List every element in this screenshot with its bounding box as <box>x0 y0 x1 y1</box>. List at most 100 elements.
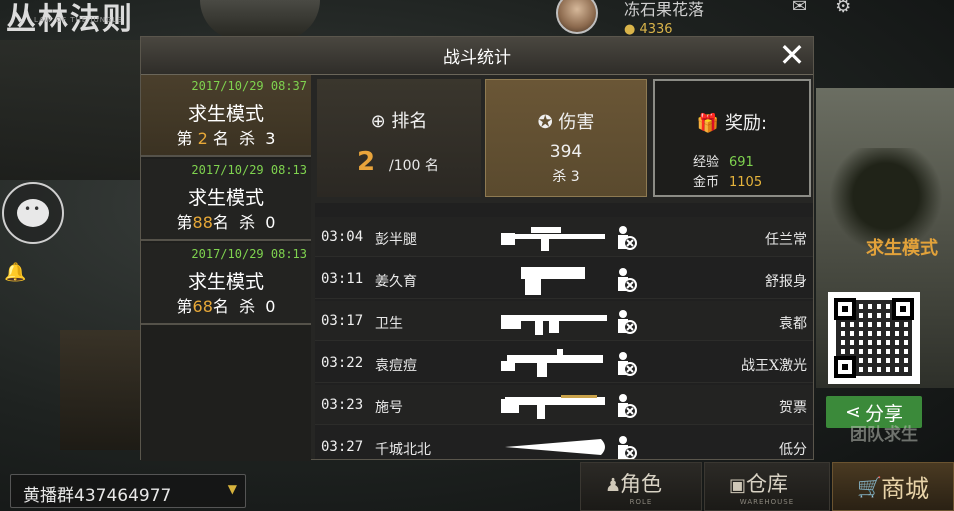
victim-name: 战王X激光 <box>741 358 807 374</box>
sniper-rifle-icon <box>501 221 611 253</box>
match-result: 第68名 杀 0 <box>141 293 311 317</box>
match-result: 第 2 名 杀 3 <box>141 125 311 149</box>
kill-time: 03:04 <box>321 229 364 245</box>
gold-row: 金币 1105 <box>693 171 762 190</box>
match-result: 第88名 杀 0 <box>141 209 311 233</box>
background-shelf <box>0 40 140 180</box>
reward-panel[interactable]: 🎁 奖励: 经验 691 金币 1105 <box>653 79 811 197</box>
kill-feed-row: 03:27 千城北北 低分 <box>315 427 813 459</box>
damage-panel[interactable]: ✪ 伤害 394 杀 3 <box>485 79 647 197</box>
kill-feed-list[interactable]: 03:04 彭半腿 任兰常 03:11 姜久育 舒报身 03:17 卫生 袁都 03:22 袁痘痘 战… <box>315 203 813 459</box>
rank-panel[interactable]: ⊕ 排名 2 /100 名 <box>317 79 481 197</box>
kill-time: 03:23 <box>321 397 364 413</box>
background-character <box>200 0 320 40</box>
battle-stats-modal: 战斗统计 ✕ 2017/10/29 08:37 求生模式 第 2 名 杀 3 2… <box>140 36 814 461</box>
nav-role-sublabel: ROLE <box>629 497 653 506</box>
match-item[interactable]: 2017/10/29 08:13 求生模式 第68名 杀 0 <box>141 243 311 325</box>
kill-label: 杀 <box>239 297 256 316</box>
victim-name: 低分 <box>779 442 807 458</box>
modal-title: 战斗统计 <box>443 48 511 68</box>
reward-header: 🎁 奖励: <box>655 109 809 135</box>
reward-label: 奖励: <box>725 113 768 134</box>
killer-name: 千城北北 <box>375 442 431 458</box>
group-name-dropdown[interactable]: 黄播群437464977 ▼ <box>10 474 246 508</box>
kill-feed-row: 03:22 袁痘痘 战王X激光 <box>315 343 813 383</box>
nav-shop-button[interactable]: 🛒 商城 <box>832 462 954 511</box>
top-icon-group: ✉ ⚙ <box>792 0 879 17</box>
match-time: 2017/10/29 08:13 <box>191 163 307 177</box>
dropdown-arrow-icon: ▼ <box>227 482 237 496</box>
pistol-icon <box>501 263 611 295</box>
rifle-rail-icon <box>501 389 611 421</box>
chat-button[interactable] <box>2 182 64 244</box>
victim-name: 舒报身 <box>765 274 807 290</box>
victim-name: 任兰常 <box>765 232 807 248</box>
eliminated-icon <box>615 351 637 377</box>
eliminated-icon <box>615 267 637 293</box>
killer-name: 施号 <box>375 400 403 416</box>
kill-count: 杀 3 <box>552 169 580 185</box>
exp-label: 经验 <box>693 155 720 170</box>
match-rank: 2 <box>197 129 208 148</box>
victim-name: 袁都 <box>779 316 807 332</box>
kill-label: 杀 <box>239 213 256 232</box>
kill-time: 03:27 <box>321 439 364 455</box>
close-button[interactable]: ✕ <box>777 39 807 71</box>
gift-icon: 🎁 <box>696 113 720 134</box>
match-mode: 求生模式 <box>187 103 264 125</box>
damage-label: 伤害 <box>558 112 595 133</box>
match-rank: 88 <box>192 213 213 232</box>
rank-label: 排名 <box>391 111 428 132</box>
match-kills: 0 <box>265 213 276 232</box>
rank-value: 2 <box>357 147 376 177</box>
rank-suffix: 名 <box>212 129 229 148</box>
match-time: 2017/10/29 08:37 <box>191 79 307 93</box>
kill-time: 03:22 <box>321 355 364 371</box>
nav-shop-label: 商城 <box>881 475 929 503</box>
cart-icon: 🛒 <box>857 475 882 499</box>
damage-header: ✪ 伤害 <box>486 108 646 134</box>
kill-label: 杀 <box>239 129 256 148</box>
gold-label: 金币 <box>693 175 720 190</box>
damage-value: 394 <box>549 142 583 162</box>
kill-feed-row: 03:04 彭半腿 任兰常 <box>315 217 813 257</box>
survival-mode-label: 求生模式 <box>866 238 938 259</box>
victim-name: 贺票 <box>779 400 807 416</box>
rank-suffix: 名 <box>212 297 229 316</box>
match-kills: 3 <box>265 129 276 148</box>
eliminated-icon <box>615 393 637 419</box>
qr-corner-marker <box>834 298 856 320</box>
coin-value: 4336 <box>639 22 673 37</box>
nav-warehouse-button[interactable]: ▣ 仓库 WAREHOUSE <box>704 462 830 511</box>
rank-prefix: 第 <box>176 213 193 232</box>
killer-name: 卫生 <box>375 316 403 332</box>
player-name: 冻石果花落 <box>624 0 705 19</box>
submachine-gun-icon <box>501 347 611 379</box>
mail-icon[interactable]: ✉ <box>792 0 807 17</box>
bat-icon <box>501 431 611 459</box>
rank-suffix: 名 <box>212 213 229 232</box>
match-time: 2017/10/29 08:13 <box>191 247 307 261</box>
modal-header: 战斗统计 ✕ <box>141 37 813 75</box>
match-mode: 求生模式 <box>187 187 264 209</box>
settings-icon[interactable]: ⚙ <box>835 0 851 17</box>
match-item[interactable]: 2017/10/29 08:13 求生模式 第88名 杀 0 <box>141 159 311 241</box>
nav-role-button[interactable]: ♟ 角色 ROLE <box>580 462 702 511</box>
rank-prefix: 第 <box>176 129 193 148</box>
nav-role-label: 角色 <box>620 471 662 496</box>
qr-corner-marker <box>834 356 856 378</box>
nav-warehouse-label: 仓库 <box>746 471 788 496</box>
eliminated-icon <box>615 435 637 459</box>
role-icon: ♟ <box>605 475 622 496</box>
team-survival-label: 团队求生 <box>850 425 918 445</box>
qr-code <box>828 292 920 384</box>
kill-feed-row: 03:23 施号 贺票 <box>315 385 813 425</box>
match-item[interactable]: 2017/10/29 08:37 求生模式 第 2 名 杀 3 <box>141 75 311 157</box>
warehouse-icon: ▣ <box>729 475 747 496</box>
match-kills: 0 <box>265 297 276 316</box>
notification-alert-icon[interactable]: 🔔 <box>4 262 34 286</box>
coin-count: ● 4336 <box>624 22 673 37</box>
assault-rifle-icon <box>501 305 611 337</box>
qr-corner-marker <box>892 298 914 320</box>
gold-value: 1105 <box>729 175 763 190</box>
